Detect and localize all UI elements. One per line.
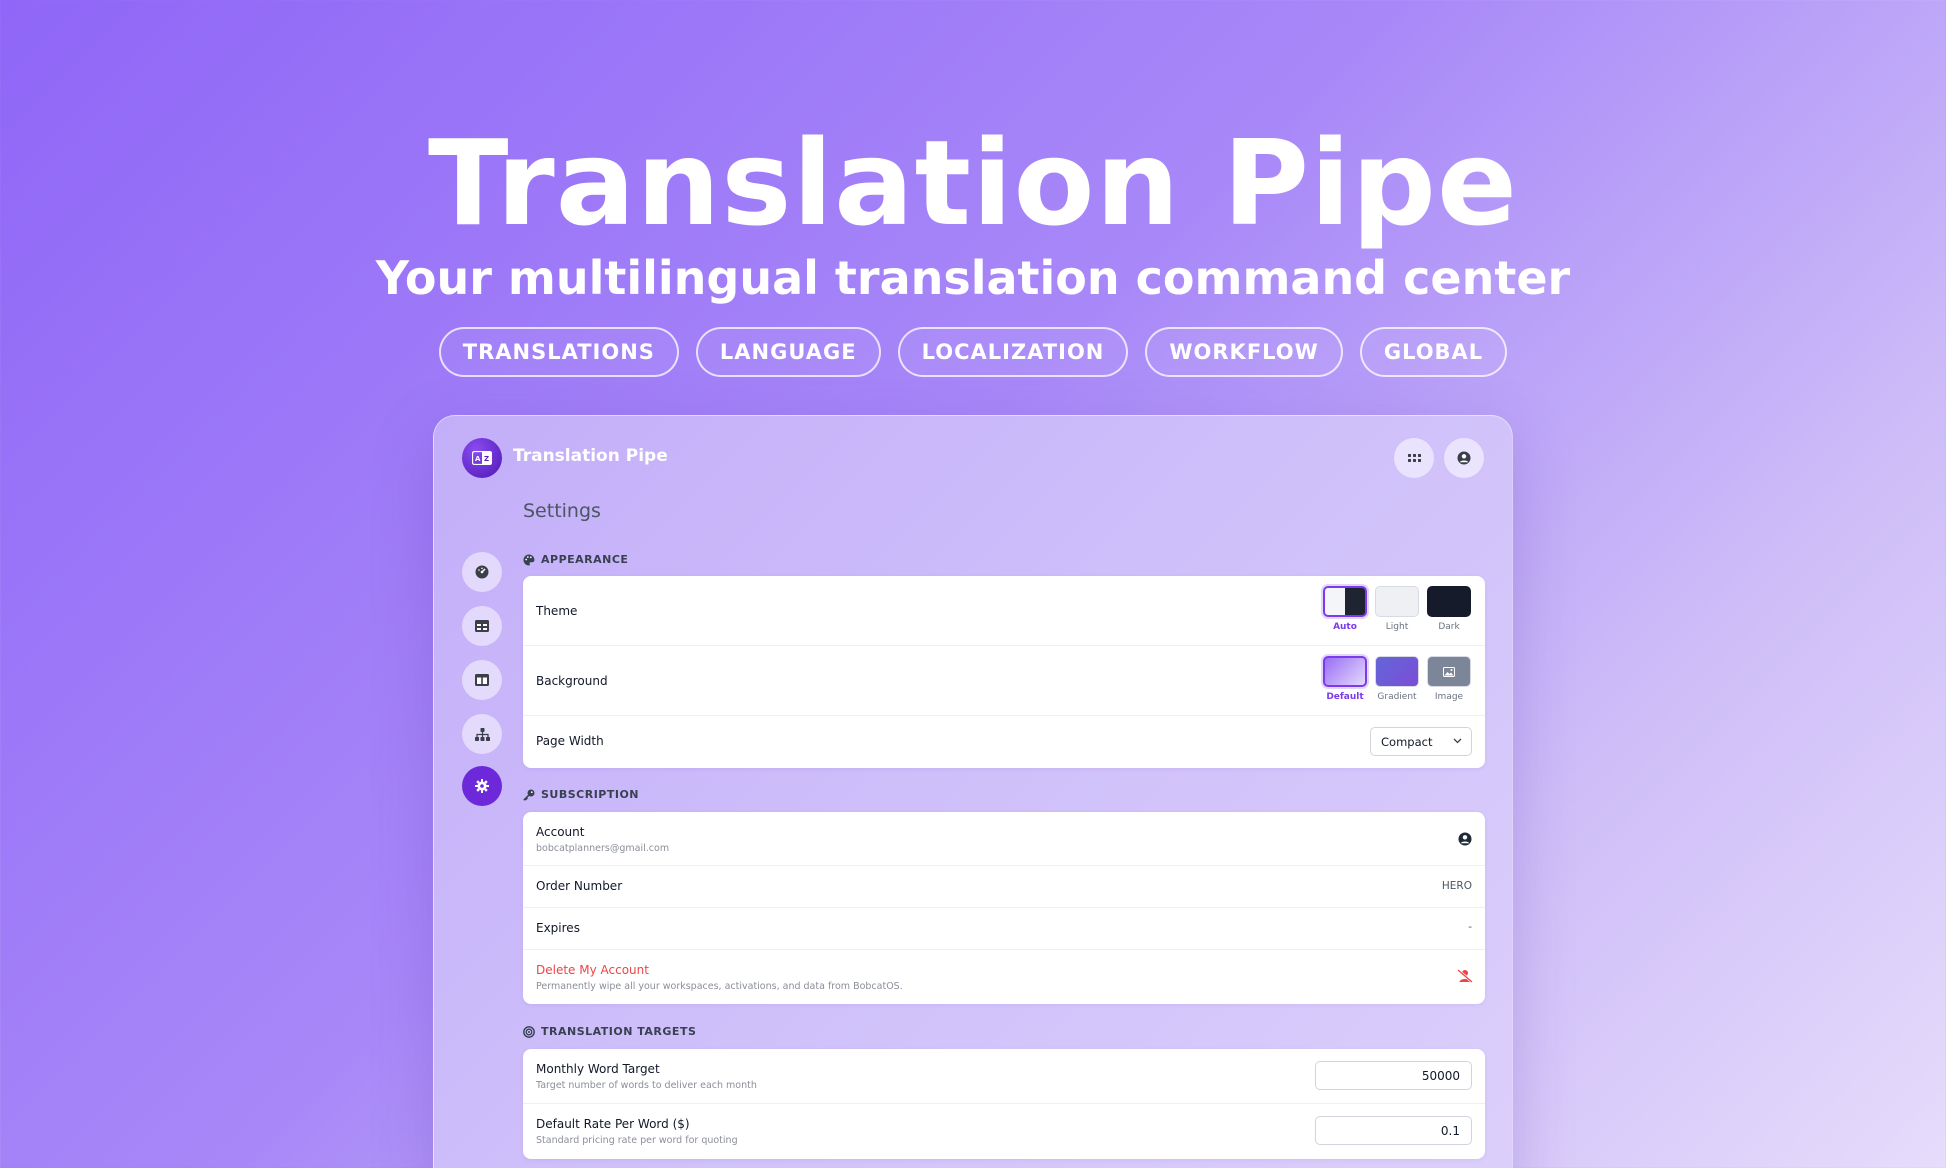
sidebar-item-dashboard[interactable] [462, 552, 502, 592]
svg-text:Z: Z [484, 455, 489, 463]
expires-row: Expires - [523, 908, 1485, 950]
tag-language: LANGUAGE [695, 327, 881, 377]
app-name: Translation Pipe [513, 446, 668, 466]
background-option-default-label: Default [1326, 692, 1364, 702]
theme-option-light[interactable]: Light [1374, 586, 1420, 632]
account-label: Account [536, 825, 585, 839]
tag-workflow: WORKFLOW [1145, 327, 1343, 377]
order-value: HERO [1441, 880, 1472, 892]
appearance-card: Theme Auto Light Dark Background Default [523, 576, 1485, 768]
targets-heading: TRANSLATION TARGETS [523, 1025, 696, 1038]
chevron-down-icon [1453, 738, 1462, 744]
rate-desc: Standard pricing rate per word for quoti… [536, 1135, 738, 1146]
background-swatch-gradient [1375, 656, 1419, 687]
targets-card: Monthly Word Target Target number of wor… [523, 1049, 1485, 1159]
user-slash-icon[interactable] [1457, 969, 1473, 983]
theme-label: Theme [536, 604, 578, 618]
theme-row: Theme Auto Light Dark [523, 576, 1485, 646]
key-icon [523, 789, 535, 801]
order-row: Order Number HERO [523, 866, 1485, 908]
subscription-card: Account bobcatplanners@gmail.com Order N… [523, 812, 1485, 1004]
theme-swatch-light [1375, 586, 1419, 617]
background-option-gradient-label: Gradient [1377, 692, 1417, 702]
sidebar-item-columns[interactable] [462, 660, 502, 700]
page-width-label: Page Width [536, 734, 604, 748]
hero-subtitle: Your multilingual translation command ce… [375, 251, 1571, 305]
subscription-heading-text: SUBSCRIPTION [541, 788, 640, 801]
image-icon [1443, 666, 1455, 677]
background-row: Background Default Gradient Image [523, 646, 1485, 716]
grid-icon [1407, 453, 1421, 462]
background-option-gradient[interactable]: Gradient [1374, 656, 1420, 702]
sidebar-item-settings[interactable] [462, 766, 502, 806]
page-title: Settings [523, 500, 601, 522]
background-option-default[interactable]: Default [1322, 656, 1368, 702]
sidebar-item-table[interactable] [462, 606, 502, 646]
rate-label: Default Rate Per Word ($) [536, 1117, 690, 1131]
sidebar-item-sitemap[interactable] [462, 714, 502, 754]
monthly-target-input[interactable] [1315, 1061, 1472, 1090]
monthly-target-label: Monthly Word Target [536, 1062, 660, 1076]
page-width-select[interactable]: Compact [1370, 727, 1472, 756]
background-label: Background [536, 674, 608, 688]
palette-icon [523, 554, 535, 565]
theme-option-dark[interactable]: Dark [1426, 586, 1472, 632]
page-width-value: Compact [1381, 734, 1433, 749]
monthly-target-row: Monthly Word Target Target number of wor… [523, 1049, 1485, 1104]
app-window: AZ Translation Pipe Settings APPEARANCE … [433, 415, 1513, 1168]
background-swatch-default [1323, 656, 1367, 687]
target-icon [523, 1025, 535, 1038]
appearance-heading: APPEARANCE [523, 553, 628, 566]
expires-value: - [1468, 921, 1472, 933]
account-email: bobcatplanners@gmail.com [536, 843, 670, 854]
tag-global: GLOBAL [1359, 327, 1508, 377]
user-circle-icon [1457, 451, 1471, 465]
rate-input[interactable] [1315, 1116, 1472, 1145]
subscription-heading: SUBSCRIPTION [523, 788, 639, 801]
apps-button[interactable] [1394, 438, 1434, 478]
monthly-target-desc: Target number of words to deliver each m… [536, 1080, 757, 1091]
delete-account-label[interactable]: Delete My Account [536, 963, 649, 977]
theme-option-auto[interactable]: Auto [1322, 586, 1368, 632]
theme-option-light-label: Light [1385, 622, 1409, 632]
hero-tags: TRANSLATIONS LANGUAGE LOCALIZATION WORKF… [0, 327, 1946, 377]
svg-text:A: A [475, 455, 481, 463]
background-option-image[interactable]: Image [1426, 656, 1472, 702]
columns-icon [475, 674, 489, 686]
dashboard-icon [475, 565, 489, 579]
user-circle-icon[interactable] [1458, 832, 1472, 846]
hero-title: Translation Pipe [427, 114, 1519, 252]
sitemap-icon [474, 727, 490, 741]
background-swatch-image [1427, 656, 1471, 687]
background-option-image-label: Image [1434, 692, 1464, 702]
tag-translations: TRANSLATIONS [438, 327, 679, 377]
appearance-heading-text: APPEARANCE [541, 553, 629, 566]
theme-swatch-auto [1323, 586, 1367, 617]
rate-row: Default Rate Per Word ($) Standard prici… [523, 1104, 1485, 1159]
theme-option-dark-label: Dark [1438, 622, 1460, 632]
table-icon [475, 620, 489, 632]
user-button[interactable] [1444, 438, 1484, 478]
theme-swatch-dark [1427, 586, 1471, 617]
translate-icon[interactable]: AZ [462, 438, 502, 478]
account-row: Account bobcatplanners@gmail.com [523, 812, 1485, 866]
theme-option-auto-label: Auto [1333, 622, 1357, 632]
order-label: Order Number [536, 879, 623, 893]
delete-account-row[interactable]: Delete My Account Permanently wipe all y… [523, 950, 1485, 1004]
gear-icon [475, 779, 489, 793]
expires-label: Expires [536, 921, 580, 935]
page-width-row: Page Width Compact [523, 716, 1485, 768]
targets-heading-text: TRANSLATION TARGETS [541, 1025, 697, 1038]
delete-account-desc: Permanently wipe all your workspaces, ac… [536, 981, 903, 992]
tag-localization: LOCALIZATION [897, 327, 1129, 377]
